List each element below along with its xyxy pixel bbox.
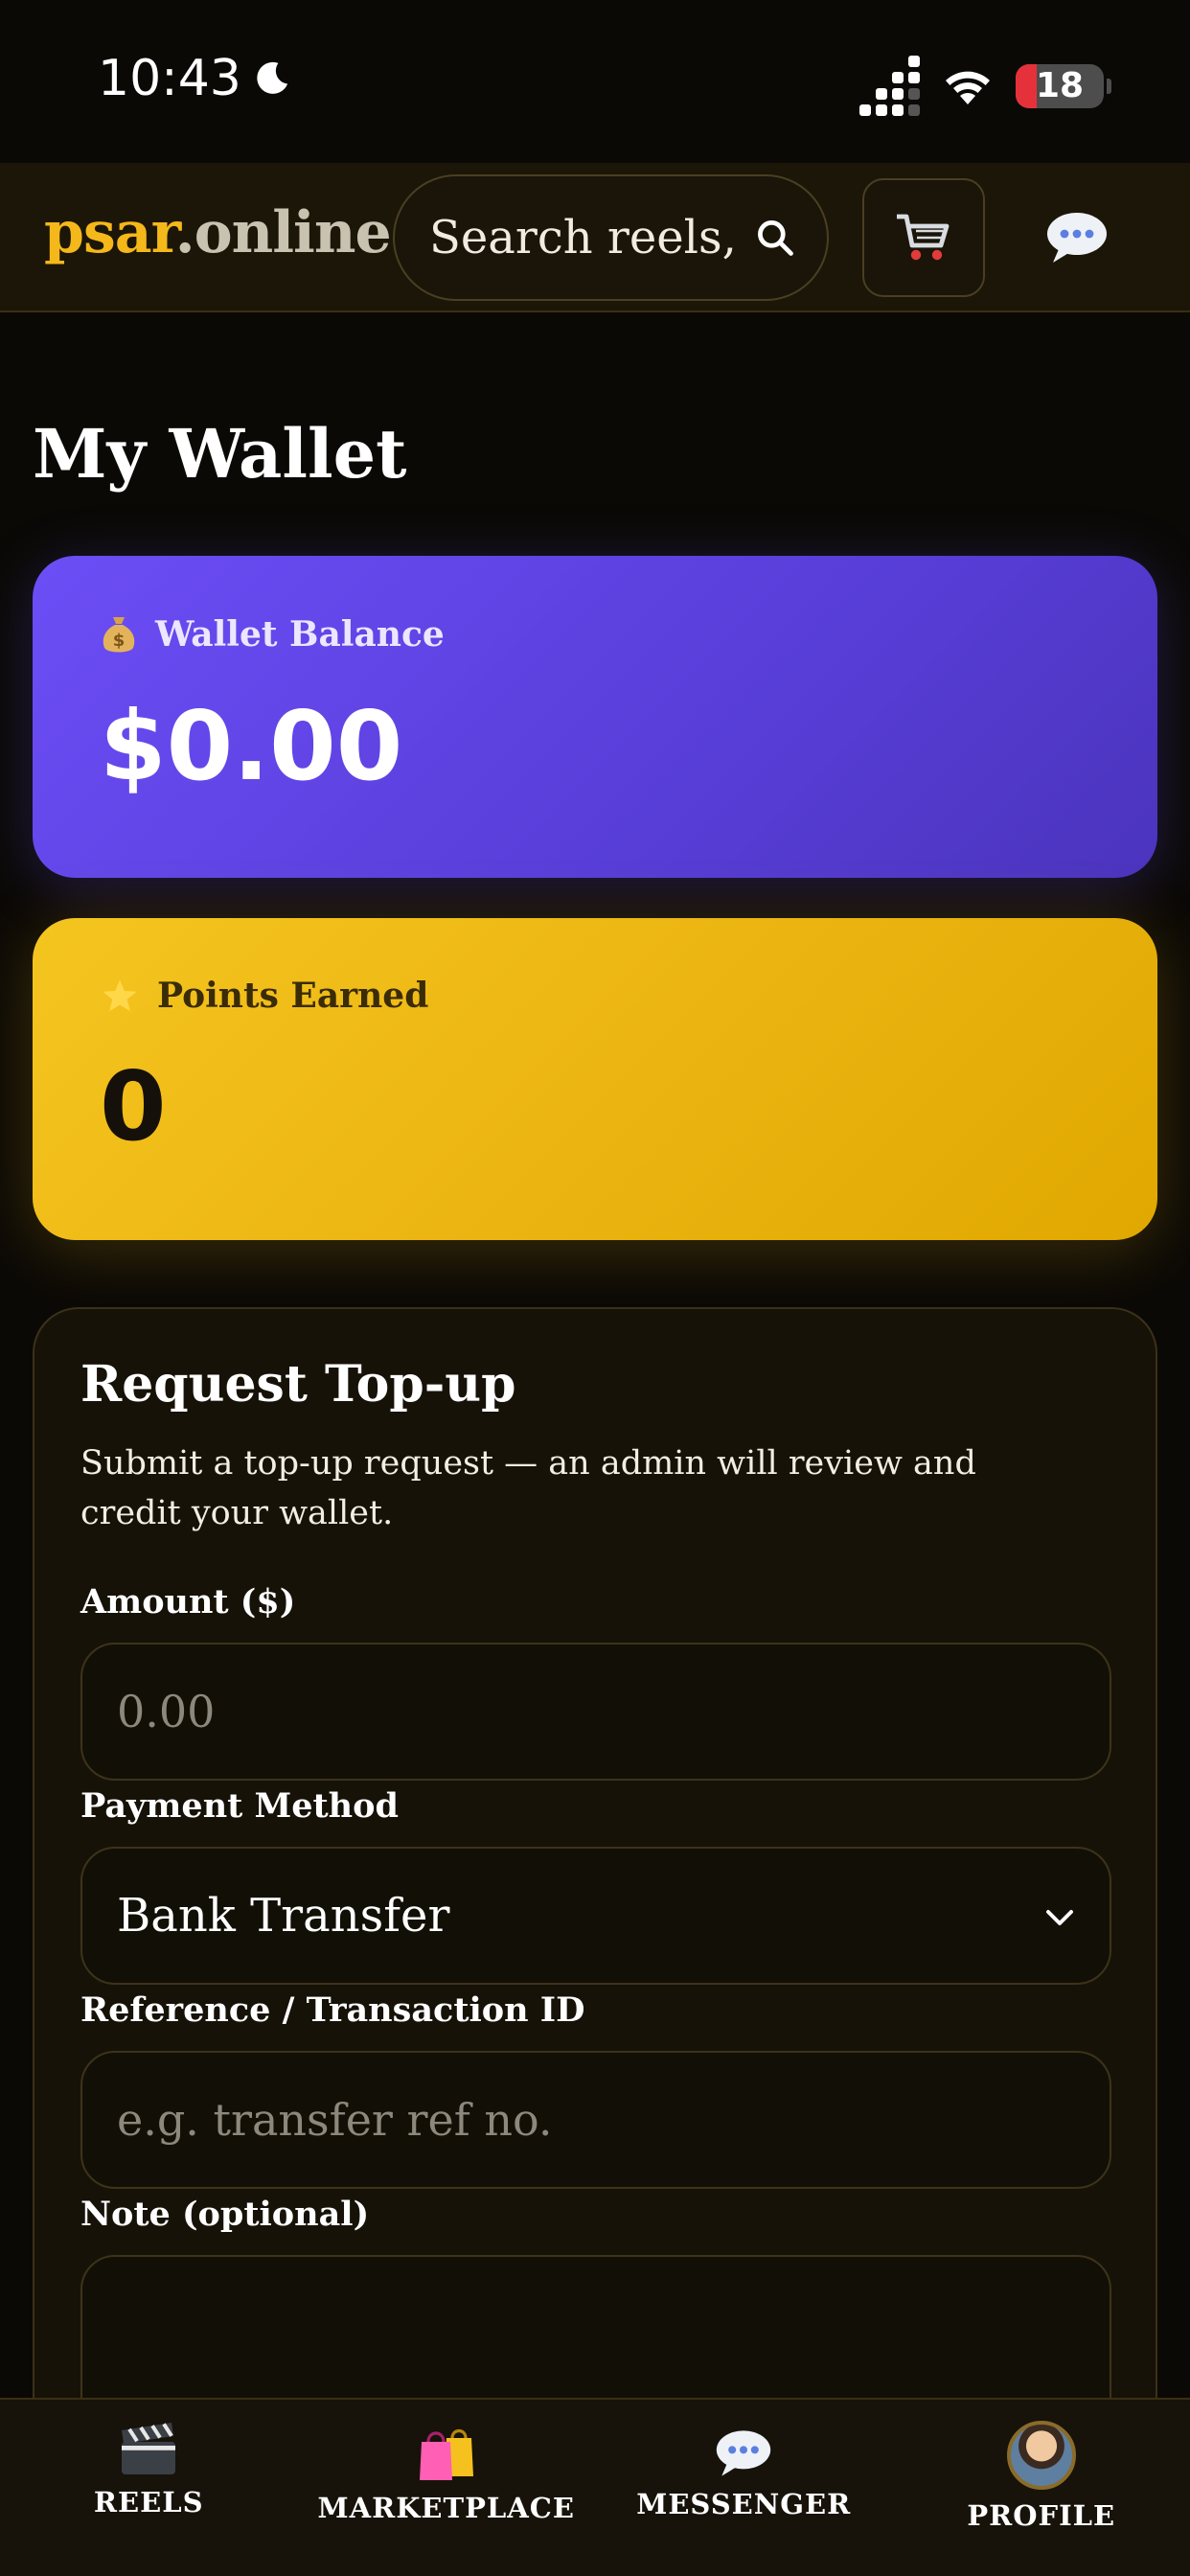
amount-field[interactable] [80, 1643, 1111, 1781]
status-icons: 18 [859, 56, 1111, 116]
speech-bubble-icon [717, 2430, 771, 2476]
search-input[interactable] [429, 211, 736, 264]
points-earned-value: 0 [100, 1050, 167, 1162]
wallet-balance-header: $ Wallet Balance [100, 613, 1090, 656]
messages-button[interactable] [1018, 178, 1136, 297]
svg-text:$: $ [113, 631, 126, 651]
wallet-balance-card: $ Wallet Balance $0.00 [33, 556, 1157, 878]
signal-icon [859, 56, 920, 116]
nav-reels-label: REELS [93, 2486, 204, 2518]
note-label: Note (optional) [80, 2195, 370, 2234]
chevron-down-icon [1046, 1910, 1073, 1925]
topup-description: Submit a top-up request — an admin will … [80, 1444, 976, 1532]
status-bar: 10:43 18 [0, 0, 1190, 163]
star-icon [100, 977, 140, 1015]
clapperboard-icon [122, 2423, 176, 2474]
avatar [1006, 2421, 1076, 2490]
reference-field[interactable] [80, 2051, 1111, 2189]
speech-bubble-icon [1047, 213, 1107, 263]
wallet-balance-label: Wallet Balance [155, 614, 445, 655]
reference-label: Reference / Transaction ID [80, 1990, 585, 2030]
logo[interactable]: psar.online [44, 199, 392, 266]
nav-marketplace[interactable]: MARKETPLACE [298, 2400, 596, 2576]
status-time: 10:43 [98, 50, 293, 107]
payment-method-value: Bank Transfer [117, 1889, 450, 1943]
nav-marketplace-label: MARKETPLACE [317, 2492, 575, 2524]
points-earned-label: Points Earned [157, 976, 429, 1016]
nav-messenger[interactable]: MESSENGER [595, 2400, 893, 2576]
amount-label: Amount ($) [80, 1582, 296, 1622]
amount-input[interactable] [117, 1686, 1075, 1737]
nav-reels[interactable]: REELS [0, 2400, 298, 2576]
nav-profile-label: PROFILE [967, 2499, 1116, 2532]
app-header: psar.online [0, 163, 1190, 312]
search-icon[interactable] [754, 217, 796, 259]
time-text: 10:43 [98, 50, 241, 107]
moon-icon [257, 61, 287, 94]
shopping-bags-icon [419, 2428, 473, 2480]
payment-method-label: Payment Method [80, 1786, 399, 1826]
nav-profile[interactable]: PROFILE [893, 2400, 1190, 2576]
topup-title: Request Top-up [80, 1355, 516, 1414]
bottom-nav: REELS MARKETPLACE MESSENGER PROFILE [0, 2398, 1190, 2576]
cart-button[interactable] [862, 178, 985, 297]
cart-icon [897, 214, 950, 261]
money-bag-icon: $ [103, 617, 135, 653]
wifi-icon [946, 71, 990, 104]
search-bar[interactable] [393, 174, 829, 301]
points-earned-card: Points Earned 0 [33, 918, 1157, 1240]
reference-input[interactable] [117, 2094, 1075, 2146]
page-title: My Wallet [33, 414, 407, 494]
topup-form: Request Top-up Submit a top-up request —… [33, 1307, 1157, 2576]
wallet-balance-value: $0.00 [100, 690, 403, 802]
logo-part2: .online [174, 199, 392, 266]
payment-method-select[interactable]: Bank Transfer [80, 1847, 1111, 1985]
points-earned-header: Points Earned [100, 976, 1090, 1016]
logo-part1: psar [44, 199, 176, 266]
battery-level: 18 [1035, 66, 1085, 105]
battery-icon: 18 [1016, 63, 1104, 108]
nav-messenger-label: MESSENGER [636, 2488, 852, 2520]
